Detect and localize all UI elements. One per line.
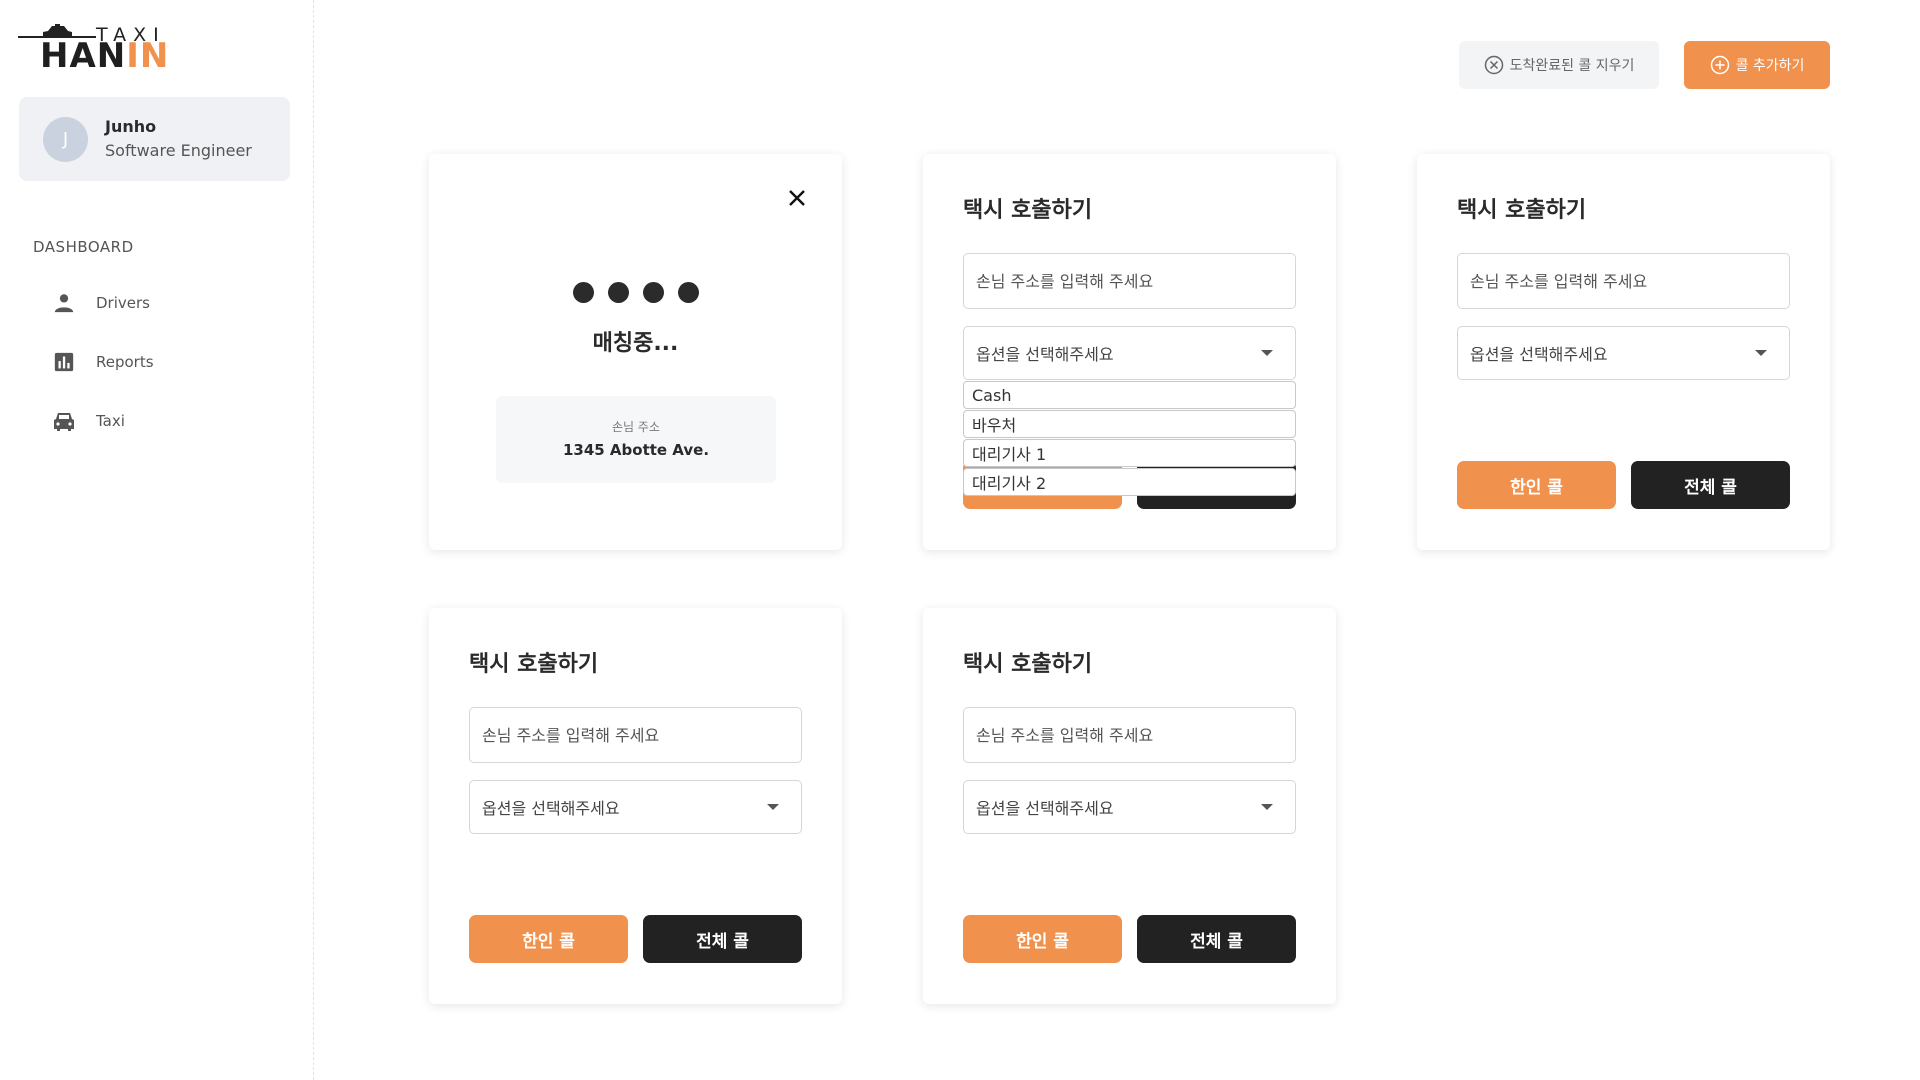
call-card: 택시 호출하기 옵션을 선택해주세요 한인 콜 전체 콜: [1417, 154, 1830, 550]
option-select[interactable]: 옵션을 선택해주세요: [963, 326, 1296, 380]
logo: TAXI HANIN: [18, 22, 168, 77]
all-call-button[interactable]: 전체 콜: [1631, 461, 1790, 509]
dropdown-option-driver-2[interactable]: 대리기사 2: [963, 468, 1296, 496]
sidebar-item-label: Drivers: [96, 294, 150, 312]
option-select[interactable]: 옵션을 선택해주세요: [963, 780, 1296, 834]
korean-call-button[interactable]: 한인 콜: [1457, 461, 1616, 509]
clear-completed-label: 도착완료된 콜 지우기: [1509, 58, 1635, 74]
plus-circle-icon: [1710, 55, 1730, 75]
sidebar-item-reports[interactable]: Reports: [50, 347, 154, 377]
dropdown-option-driver-1[interactable]: 대리기사 1: [963, 439, 1296, 467]
loading-dots: [573, 282, 699, 303]
customer-address-value: 1345 Abotte Ave.: [562, 441, 710, 459]
sidebar: TAXI HANIN J Junho Software Engineer DAS…: [0, 0, 314, 1080]
person-icon: [50, 291, 78, 315]
card-title: 택시 호출하기: [469, 652, 599, 677]
loading-dot: [573, 282, 594, 303]
chevron-down-icon: [1261, 350, 1273, 356]
chevron-down-icon: [1755, 350, 1767, 356]
option-select[interactable]: 옵션을 선택해주세요: [1457, 326, 1790, 380]
korean-call-button[interactable]: 한인 콜: [469, 915, 628, 963]
option-select-value: 옵션을 선택해주세요: [1470, 345, 1608, 364]
dashboard-section-label: DASHBOARD: [33, 238, 134, 256]
taxi-icon: [50, 409, 78, 433]
loading-dot: [643, 282, 664, 303]
logo-main-accent: IN: [126, 36, 170, 76]
card-title: 택시 호출하기: [963, 652, 1093, 677]
matching-card: 매칭중... 손님 주소 1345 Abotte Ave.: [429, 154, 842, 550]
profile-name: Junho: [105, 117, 157, 136]
call-card: 택시 호출하기 옵션을 선택해주세요 한인 콜 전체 콜: [429, 608, 842, 1004]
all-call-button[interactable]: 전체 콜: [1137, 915, 1296, 963]
option-select-value: 옵션을 선택해주세요: [482, 799, 620, 818]
card-title: 택시 호출하기: [1457, 198, 1587, 223]
address-input[interactable]: [963, 707, 1296, 763]
sidebar-item-drivers[interactable]: Drivers: [50, 288, 150, 318]
dropdown-option-voucher[interactable]: 바우처: [963, 410, 1296, 438]
address-input[interactable]: [469, 707, 802, 763]
korean-call-button[interactable]: 한인 콜: [963, 915, 1122, 963]
add-call-button[interactable]: 콜 추가하기: [1684, 41, 1830, 89]
logo-hanin-text: HANIN: [40, 36, 169, 76]
profile-card[interactable]: J Junho Software Engineer: [19, 97, 290, 181]
loading-dot: [608, 282, 629, 303]
option-select[interactable]: 옵션을 선택해주세요: [469, 780, 802, 834]
sidebar-item-taxi[interactable]: Taxi: [50, 406, 125, 436]
card-title: 택시 호출하기: [963, 198, 1093, 223]
chevron-down-icon: [1261, 804, 1273, 810]
logo-main: HAN: [40, 36, 127, 76]
all-call-button[interactable]: 전체 콜: [643, 915, 802, 963]
close-circle-icon: [1484, 55, 1504, 75]
address-input[interactable]: [963, 253, 1296, 309]
clear-completed-button[interactable]: 도착완료된 콜 지우기: [1459, 41, 1659, 89]
option-select-value: 옵션을 선택해주세요: [976, 799, 1114, 818]
customer-address-label: 손님 주소: [612, 420, 660, 434]
call-card: 택시 호출하기 옵션을 선택해주세요 한인 콜 전체 콜 Cash 바우처 대리…: [923, 154, 1336, 550]
loading-dot: [678, 282, 699, 303]
call-card: 택시 호출하기 옵션을 선택해주세요 한인 콜 전체 콜: [923, 608, 1336, 1004]
customer-address-box: 손님 주소 1345 Abotte Ave.: [496, 396, 776, 483]
bar-chart-icon: [50, 350, 78, 374]
profile-role: Software Engineer: [105, 141, 252, 160]
sidebar-item-label: Reports: [96, 353, 154, 371]
address-input[interactable]: [1457, 253, 1790, 309]
matching-status: 매칭중...: [592, 331, 679, 356]
sidebar-item-label: Taxi: [96, 412, 125, 430]
avatar: J: [43, 117, 88, 162]
chevron-down-icon: [767, 804, 779, 810]
close-icon[interactable]: [785, 186, 809, 210]
dropdown-option-cash[interactable]: Cash: [963, 381, 1296, 409]
option-select-value: 옵션을 선택해주세요: [976, 345, 1114, 364]
app-root: TAXI HANIN J Junho Software Engineer DAS…: [0, 0, 1920, 1080]
add-call-label: 콜 추가하기: [1735, 58, 1805, 74]
